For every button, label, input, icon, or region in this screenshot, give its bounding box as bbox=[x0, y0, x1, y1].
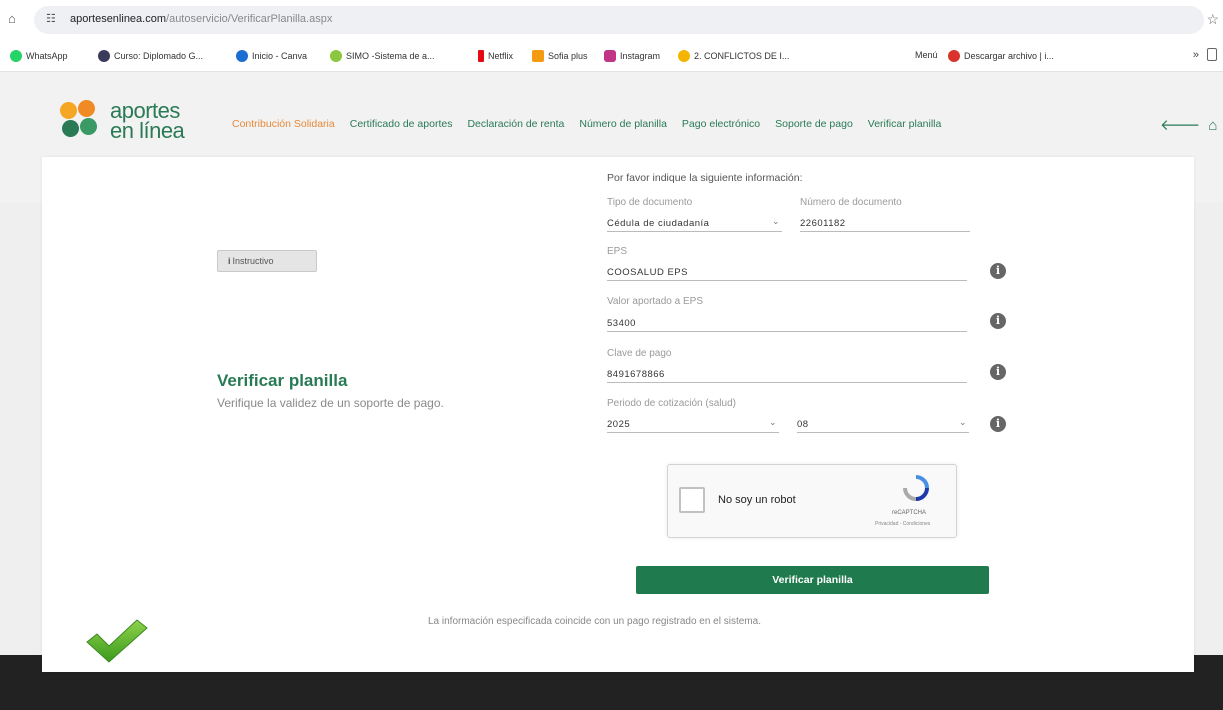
numero-documento-input[interactable]: 22601182 bbox=[800, 210, 970, 232]
periodo-month-select[interactable]: 08 ⌄ bbox=[797, 411, 969, 433]
bookmark-star-icon[interactable]: ☆ bbox=[1206, 11, 1219, 28]
info-icon[interactable]: i bbox=[990, 313, 1006, 329]
chevron-down-icon: ⌄ bbox=[768, 417, 777, 427]
url-path: /autoservicio/VerificarPlanilla.aspx bbox=[166, 13, 333, 25]
bookmark-item[interactable]: Instagram bbox=[604, 50, 660, 62]
bookmark-label: Descargar archivo | i... bbox=[964, 51, 1054, 61]
bookmark-item[interactable]: 2. CONFLICTOS DE I... bbox=[678, 50, 789, 62]
nav-numero-planilla[interactable]: Número de planilla bbox=[579, 118, 667, 134]
home-icon[interactable]: ⌂ bbox=[8, 11, 16, 26]
bookmark-label: Sofia plus bbox=[548, 51, 588, 61]
bookmarks-bar: WhatsApp Curso: Diplomado G... Inicio - … bbox=[0, 40, 1223, 72]
bookmark-item[interactable]: Descargar archivo | i... bbox=[948, 50, 1054, 62]
nav-certificado-aportes[interactable]: Certificado de aportes bbox=[350, 118, 453, 134]
logo-dot bbox=[62, 120, 79, 137]
numero-documento-label: Número de documento bbox=[800, 197, 902, 208]
site-logo[interactable]: aportes en línea bbox=[60, 98, 210, 150]
periodo-year-select[interactable]: 2025 ⌄ bbox=[607, 411, 779, 433]
info-icon[interactable]: i bbox=[990, 416, 1006, 432]
bookmark-label: Instagram bbox=[620, 51, 661, 61]
nav-soporte-pago[interactable]: Soporte de pago bbox=[775, 118, 853, 134]
bookmark-label: 2. CONFLICTOS DE I... bbox=[694, 51, 790, 61]
valor-eps-label: Valor aportado a EPS bbox=[607, 296, 703, 307]
bookmark-label: SIMO -Sistema de a... bbox=[346, 51, 435, 61]
logo-dot bbox=[60, 102, 77, 119]
clave-pago-input[interactable]: 8491678866 bbox=[607, 361, 967, 383]
recaptcha-icon bbox=[903, 475, 929, 501]
simo-icon bbox=[330, 50, 342, 62]
nav-verificar-planilla[interactable]: Verificar planilla bbox=[868, 118, 942, 134]
recaptcha-terms[interactable]: Privacidad - Condiciones bbox=[875, 521, 930, 527]
netflix-icon bbox=[478, 50, 484, 62]
clave-pago-label: Clave de pago bbox=[607, 348, 672, 359]
periodo-year-value: 2025 bbox=[607, 419, 631, 430]
main-nav: Contribución Solidaria Certificado de ap… bbox=[232, 118, 956, 134]
instagram-icon bbox=[604, 50, 616, 62]
tipo-documento-value: Cédula de ciudadanía bbox=[607, 218, 710, 229]
chevron-down-icon: ⌄ bbox=[771, 216, 780, 226]
recaptcha-checkbox[interactable] bbox=[679, 487, 705, 513]
valor-eps-input[interactable]: 53400 bbox=[607, 310, 967, 332]
nav-contribucion-solidaria[interactable]: Contribución Solidaria bbox=[232, 118, 335, 134]
chevron-down-icon: ⌄ bbox=[958, 417, 967, 427]
page-subtitle: Verifique la validez de un soporte de pa… bbox=[217, 396, 444, 410]
bookmark-label: WhatsApp bbox=[26, 51, 68, 61]
recaptcha-brand: reCAPTCHA bbox=[892, 510, 927, 516]
logo-dot bbox=[78, 100, 95, 117]
bookmark-item[interactable]: Inicio - Canva bbox=[236, 50, 307, 62]
course-icon bbox=[98, 50, 110, 62]
address-bar-area: ⌂ ☷ aportesenlinea.com/autoservicio/Veri… bbox=[0, 0, 1223, 40]
url-text: aportesenlinea.com/autoservicio/Verifica… bbox=[70, 13, 332, 25]
bookmark-label: Curso: Diplomado G... bbox=[114, 51, 204, 61]
bookmark-item[interactable]: WhatsApp bbox=[10, 50, 68, 62]
recaptcha-widget: No soy un robot reCAPTCHA Privacidad - C… bbox=[667, 464, 957, 538]
tipo-documento-label: Tipo de documento bbox=[607, 197, 693, 208]
periodo-month-value: 08 bbox=[797, 419, 809, 430]
instructivo-label: Instructivo bbox=[232, 256, 274, 266]
more-bookmarks-button[interactable]: » bbox=[1193, 49, 1199, 61]
bookmark-item[interactable]: Netflix bbox=[478, 50, 513, 62]
instructivo-button[interactable]: i Instructivo bbox=[217, 250, 317, 272]
sidebar-toggle-icon[interactable] bbox=[1207, 48, 1217, 61]
download-file-icon bbox=[948, 50, 960, 62]
url-domain: aportesenlinea.com bbox=[70, 13, 167, 25]
checkmark-icon bbox=[86, 619, 148, 663]
bookmark-item[interactable]: Curso: Diplomado G... bbox=[98, 50, 203, 62]
eps-input[interactable]: COOSALUD EPS bbox=[607, 259, 967, 281]
result-message: La información especificada coincide con… bbox=[428, 616, 761, 627]
info-icon[interactable]: i bbox=[990, 364, 1006, 380]
verificar-planilla-button[interactable]: Verificar planilla bbox=[636, 566, 989, 594]
home-icon[interactable]: ⌂ bbox=[1208, 117, 1217, 134]
periodo-label: Periodo de cotización (salud) bbox=[607, 398, 736, 409]
form-heading: Por favor indique la siguiente informaci… bbox=[607, 172, 803, 184]
page-title: Verificar planilla bbox=[217, 371, 348, 390]
bookmark-label: Menú bbox=[915, 50, 938, 60]
nav-icons: 🡐 ⌂ bbox=[1160, 115, 1217, 134]
url-field[interactable]: ☷ aportesenlinea.com/autoservicio/Verifi… bbox=[34, 6, 1204, 34]
sofia-plus-icon bbox=[532, 50, 544, 62]
bookmark-item[interactable]: Sofia plus bbox=[532, 50, 588, 62]
bookmark-item[interactable]: Menú bbox=[915, 50, 938, 60]
bookmark-item[interactable]: SIMO -Sistema de a... bbox=[330, 50, 435, 62]
nav-declaracion-renta[interactable]: Declaración de renta bbox=[467, 118, 564, 134]
recaptcha-label: No soy un robot bbox=[718, 494, 796, 506]
logo-text-line2: en línea bbox=[110, 118, 185, 143]
canva-icon bbox=[236, 50, 248, 62]
arrow-left-icon[interactable]: 🡐 bbox=[1160, 117, 1200, 134]
bookmark-label: Inicio - Canva bbox=[252, 51, 308, 61]
eps-label: EPS bbox=[607, 246, 628, 257]
site-info-icon[interactable]: ☷ bbox=[46, 12, 56, 25]
whatsapp-icon bbox=[10, 50, 22, 62]
info-icon[interactable]: i bbox=[990, 263, 1006, 279]
tipo-documento-select[interactable]: Cédula de ciudadanía ⌄ bbox=[607, 210, 782, 232]
folder-icon bbox=[678, 50, 690, 62]
bookmark-label: Netflix bbox=[488, 51, 514, 61]
nav-pago-electronico[interactable]: Pago electrónico bbox=[682, 118, 760, 134]
logo-dot bbox=[80, 118, 97, 135]
info-icon: i bbox=[228, 256, 231, 266]
